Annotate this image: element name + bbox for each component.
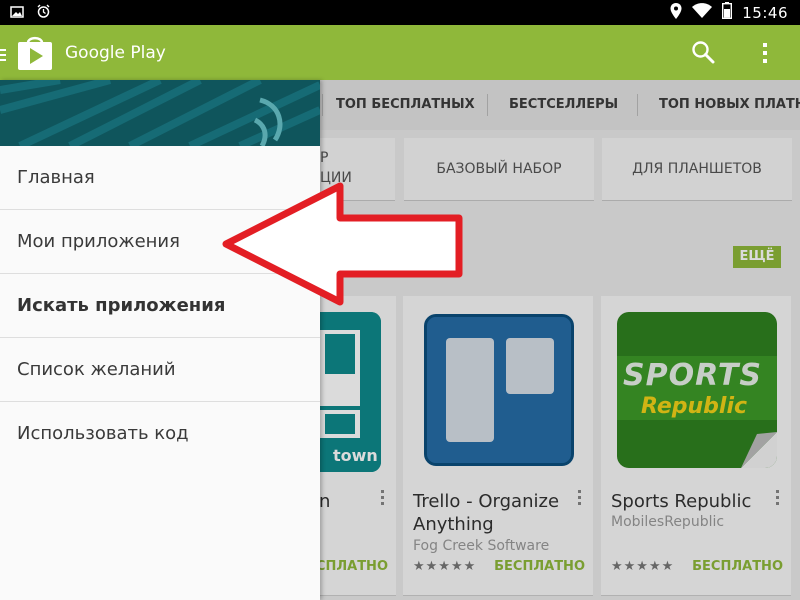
drawer-item-home[interactable]: Главная	[0, 146, 320, 210]
drawer-header-image	[0, 80, 320, 146]
battery-icon	[722, 2, 733, 23]
action-bar: Google Play	[0, 25, 800, 80]
overflow-menu-icon[interactable]	[762, 42, 768, 68]
search-icon[interactable]	[691, 40, 715, 68]
drawer-item-redeem[interactable]: Использовать код	[0, 402, 320, 466]
alarm-icon	[36, 4, 51, 23]
drawer-item-search-apps[interactable]: Искать приложения	[0, 274, 320, 338]
drawer-item-wishlist[interactable]: Список желаний	[0, 338, 320, 402]
drawer-icon[interactable]	[0, 46, 6, 65]
navigation-drawer: Главная Мои приложения Искать приложения…	[0, 80, 320, 600]
drawer-item-my-apps[interactable]: Мои приложения	[0, 210, 320, 274]
status-clock: 15:46	[742, 3, 788, 22]
wifi-icon	[692, 3, 713, 22]
play-store-logo[interactable]	[17, 34, 53, 75]
app-title: Google Play	[65, 43, 166, 63]
picture-icon	[10, 4, 24, 23]
location-icon	[670, 2, 682, 23]
status-bar: 15:46	[0, 0, 800, 25]
